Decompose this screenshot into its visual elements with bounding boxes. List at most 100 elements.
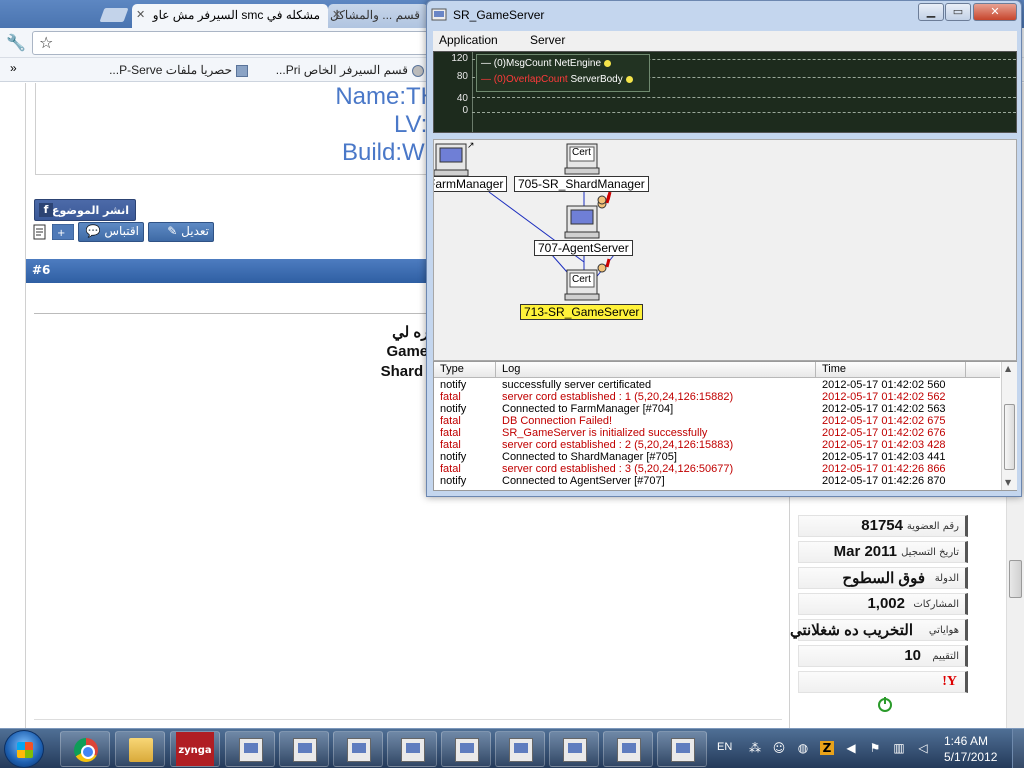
network-tree-icon[interactable]: ⁂ [748, 741, 762, 755]
tab-active[interactable]: ✕ مشكله في smc السيرفر مش عاو [132, 4, 328, 28]
column-type[interactable]: Type [434, 362, 496, 378]
language-indicator[interactable]: EN [717, 741, 732, 753]
log-row[interactable]: notify successfully server certificated 20… [434, 379, 1000, 391]
menu-server[interactable]: Server [530, 33, 565, 47]
log-time: 2012-05-17 01:42:03 441 [822, 451, 946, 463]
tab-label: مشكله في smc السيرفر مش عاو [152, 8, 320, 22]
address-bar[interactable]: ☆ [32, 31, 432, 55]
windows-logo-icon [17, 742, 33, 758]
server-app-icon [671, 738, 695, 762]
volume-icon[interactable]: ◁ [916, 741, 930, 755]
profile-row-yahoo[interactable]: Y! [798, 671, 968, 693]
log-type: notify [440, 451, 467, 463]
log-row[interactable]: fatal DB Connection Failed! 2012-05-17 01:… [434, 415, 1000, 427]
node-agentserver[interactable]: 707-AgentServer [534, 240, 633, 256]
post-number[interactable]: #6 [32, 263, 50, 277]
taskbar-server-app[interactable] [549, 731, 599, 767]
svg-text:↗: ↗ [467, 141, 475, 151]
tab-forum-section[interactable]: ✕ قسم ... والمشاكل - الد [328, 4, 428, 28]
network-icon[interactable]: ▥ [892, 741, 906, 755]
legend-dot [625, 75, 633, 83]
taskbar-chrome[interactable] [60, 731, 110, 767]
menu-application[interactable]: Application [439, 33, 498, 47]
taskbar-zynga[interactable]: zynga [170, 731, 220, 767]
gridline [472, 112, 1016, 113]
emoticon-icon[interactable]: ☺ [772, 741, 786, 755]
wrench-icon[interactable]: 🔧 [6, 33, 26, 52]
log-scrollbar[interactable]: ▲ ▼ [1001, 362, 1017, 490]
yahoo-icon[interactable]: Y! [942, 674, 957, 690]
edit-button[interactable]: تعديل ✎ [148, 222, 214, 242]
column-log[interactable]: Log [496, 362, 816, 378]
server-app-icon [617, 738, 641, 762]
app-icon [431, 8, 447, 21]
close-tab-icon[interactable]: ✕ [136, 8, 145, 21]
log-time: 2012-05-17 01:42:02 563 [822, 403, 946, 415]
log-row[interactable]: notify Connected to AgentServer [#707] 201… [434, 475, 1000, 487]
scrollbar-thumb[interactable] [1009, 560, 1022, 598]
gameserver-window: SR_GameServer ▁ ▭ ✕ Application Server 1… [426, 0, 1022, 497]
bookmarks-overflow-icon[interactable]: » [10, 61, 17, 75]
log-message: Connected to ShardManager [#705] [502, 451, 677, 463]
taskbar-server-app[interactable] [225, 731, 275, 767]
server-app-icon [509, 738, 533, 762]
maximize-button[interactable]: ▭ [945, 3, 971, 21]
clock-date[interactable]: 5/17/2012 [944, 750, 997, 764]
scroll-down-icon[interactable]: ▼ [1005, 478, 1011, 487]
tab-label: قسم ... والمشاكل - الد [328, 8, 420, 22]
bookmark-item[interactable]: قسم السيرفر الخاص Pri... [276, 63, 424, 77]
globe-tray-icon[interactable]: ◍ [796, 741, 810, 755]
log-time: 2012-05-17 01:42:02 675 [822, 415, 946, 427]
log-time: 2012-05-17 01:42:26 870 [822, 475, 946, 487]
log-row[interactable]: fatal server cord established : 2 (5,20,2… [434, 439, 1000, 451]
taskbar-server-app[interactable] [495, 731, 545, 767]
log-row[interactable]: fatal SR_GameServer is initialized succes… [434, 427, 1000, 439]
log-row[interactable]: fatal server cord established : 1 (5,20,2… [434, 391, 1000, 403]
cert-label: Cert [572, 274, 591, 285]
minimize-button[interactable]: ▁ [918, 3, 944, 21]
bookmark-star-icon[interactable]: ☆ [39, 33, 53, 52]
taskbar-server-app[interactable] [279, 731, 329, 767]
scroll-up-icon[interactable]: ▲ [1005, 364, 1011, 373]
bookmark-item[interactable]: حصريا ملفات P-Serve... [109, 63, 248, 77]
log-row[interactable]: notify Connected to ShardManager [#705] 20… [434, 451, 1000, 463]
new-tab-button[interactable] [99, 8, 129, 22]
log-scrollbar-thumb[interactable] [1004, 404, 1015, 470]
clock-time[interactable]: 1:46 AM [944, 734, 988, 748]
flag-tray-icon[interactable]: ⚑ [868, 741, 882, 755]
quote-button[interactable]: اقتباس 💬 [78, 222, 144, 242]
column-time[interactable]: Time [816, 362, 966, 378]
report-icon[interactable] [32, 224, 48, 240]
close-button[interactable]: ✕ [973, 3, 1017, 21]
log-message: server cord established : 1 (5,20,24,126… [502, 391, 734, 403]
y-tick: 80 [456, 71, 468, 82]
facebook-share-button[interactable]: f انشر الموضوع [34, 199, 136, 221]
chrome-icon [74, 738, 98, 762]
taskbar-server-app[interactable] [657, 731, 707, 767]
log-message: Connected to AgentServer [#707] [502, 475, 665, 487]
taskbar-server-app[interactable] [387, 731, 437, 767]
multi-quote-icon[interactable]: + [52, 224, 74, 240]
taskbar-explorer[interactable] [115, 731, 165, 767]
show-desktop-button[interactable] [1012, 729, 1024, 768]
log-row[interactable]: notify Connected to FarmManager [#704] 201… [434, 403, 1000, 415]
online-status-icon [878, 697, 892, 712]
taskbar-server-app[interactable] [441, 731, 491, 767]
log-message: SR_GameServer is initialized successfull… [502, 427, 708, 439]
log-time: 2012-05-17 01:42:26 866 [822, 463, 946, 475]
start-button[interactable] [4, 730, 44, 768]
filezilla-icon[interactable]: Z [820, 741, 834, 755]
speaker-icon[interactable]: ◀ [844, 741, 858, 755]
node-farmmanager[interactable]: FarmManager [434, 176, 508, 192]
log-message: successfully server certificated [502, 379, 652, 391]
node-shardmanager[interactable]: 705-SR_ShardManager [514, 176, 649, 192]
facebook-icon: f [39, 203, 53, 217]
log-row[interactable]: fatal server cord established : 3 (5,20,2… [434, 463, 1000, 475]
windows-taskbar: zynga EN ⁂ ☺ ◍ Z ◀ ⚑ ▥ ◁ 1:46 AM 5/17/20… [0, 728, 1024, 768]
log-time: 2012-05-17 01:42:03 428 [822, 439, 946, 451]
taskbar-server-app[interactable] [603, 731, 653, 767]
close-tab-icon[interactable]: ✕ [332, 8, 341, 21]
taskbar-server-app[interactable] [333, 731, 383, 767]
log-time: 2012-05-17 01:42:02 676 [822, 427, 946, 439]
node-gameserver[interactable]: 713-SR_GameServer [520, 304, 644, 320]
